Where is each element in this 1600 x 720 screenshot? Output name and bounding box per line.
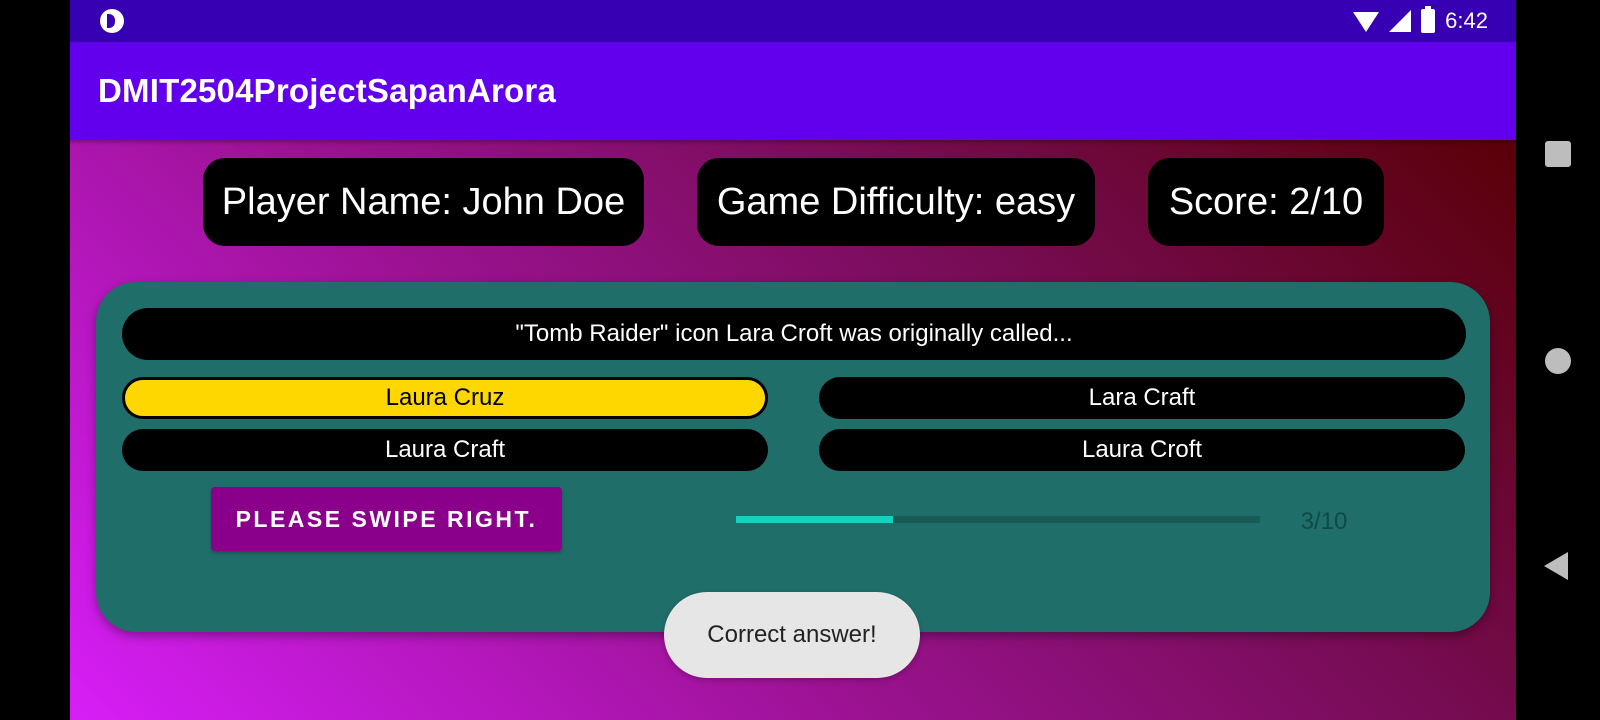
status-time: 6:42 — [1445, 8, 1488, 33]
back-icon[interactable] — [1544, 552, 1568, 580]
app-screen: 6:42 DMIT2504ProjectSapanArora Player Na… — [70, 0, 1516, 720]
signal-icon — [1389, 10, 1412, 32]
answer-option-2[interactable]: Lara Craft — [819, 377, 1465, 419]
notification-app-icon — [100, 9, 124, 33]
progress-fill — [736, 516, 894, 523]
toast-message: Correct answer! — [664, 592, 920, 678]
answer-option-1[interactable]: Laura Cruz — [122, 377, 768, 419]
question-text: "Tomb Raider" icon Lara Croft was origin… — [122, 308, 1466, 360]
app-title: DMIT2504ProjectSapanArora — [98, 72, 556, 109]
swipe-right-button[interactable]: PLEASE SWIPE RIGHT. — [211, 487, 562, 551]
status-bar: 6:42 — [70, 0, 1516, 42]
home-icon[interactable] — [1545, 348, 1571, 374]
battery-charging-icon — [1421, 6, 1436, 33]
answer-option-3[interactable]: Laura Craft — [122, 429, 768, 471]
player-name-label: Player Name: John Doe — [203, 158, 644, 246]
game-content: Player Name: John Doe Game Difficulty: e… — [70, 140, 1516, 720]
status-icons: 6:42 — [1353, 0, 1488, 42]
system-nav-bar — [1516, 0, 1600, 720]
answer-option-4[interactable]: Laura Croft — [819, 429, 1465, 471]
recents-icon[interactable] — [1545, 141, 1571, 167]
question-progress-bar — [736, 516, 1260, 523]
score-label: Score: 2/10 — [1148, 158, 1384, 246]
game-difficulty-label: Game Difficulty: easy — [697, 158, 1095, 246]
progress-count: 3/10 — [1300, 508, 1348, 535]
quiz-card[interactable]: "Tomb Raider" icon Lara Croft was origin… — [96, 282, 1490, 632]
wifi-icon — [1353, 12, 1380, 32]
app-bar: DMIT2504ProjectSapanArora — [70, 42, 1516, 140]
